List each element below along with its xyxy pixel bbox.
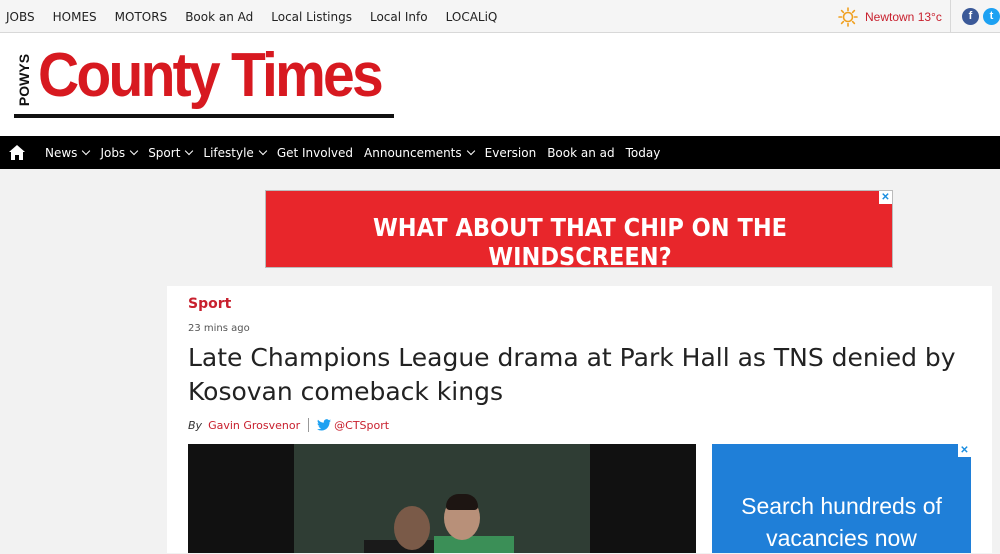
- social-links: f t: [962, 8, 1000, 25]
- nav-item-eversion[interactable]: Eversion: [485, 146, 537, 160]
- side-job-ad-text: Search hundreds of vacancies now: [741, 493, 942, 551]
- utility-link-localiq[interactable]: LOCALiQ: [446, 10, 498, 24]
- nav-item-lifestyle[interactable]: Lifestyle: [203, 145, 268, 160]
- nav-item-label: Book an ad: [547, 145, 615, 160]
- photo-figure: [394, 506, 430, 550]
- nav-item-label: News: [45, 145, 78, 160]
- ad-close-icon[interactable]: ✕: [958, 444, 971, 457]
- utility-links: JOBS HOMES MOTORS Book an Ad Local Listi…: [6, 0, 515, 33]
- banner-ad[interactable]: WHAT ABOUT THAT CHIP ON THE WINDSCREEN? …: [265, 190, 893, 271]
- chevron-down-icon: [129, 146, 139, 156]
- twitter-icon[interactable]: t: [983, 8, 1000, 25]
- facebook-icon[interactable]: f: [962, 8, 979, 25]
- site-logo[interactable]: POWYS County Times: [14, 41, 394, 120]
- logo-kicker: POWYS: [14, 50, 34, 116]
- nav-item-news[interactable]: News: [45, 145, 91, 160]
- nav-item-announcements[interactable]: Announcements: [364, 145, 475, 160]
- nav-item-label: Eversion: [484, 145, 537, 160]
- nav-item-get-involved[interactable]: Get Involved: [277, 146, 353, 160]
- top-utility-bar: JOBS HOMES MOTORS Book an Ad Local Listi…: [0, 0, 1000, 33]
- article-byline: By Gavin Grosvenor @CTSport: [188, 418, 389, 432]
- weather-widget[interactable]: Newtown 13°c: [838, 7, 942, 27]
- article-section-link[interactable]: Sport: [188, 296, 231, 312]
- logo-underline: [14, 114, 394, 118]
- article-card: Sport 23 mins ago Late Champions League …: [167, 286, 992, 553]
- logo-title: County Times: [38, 41, 384, 110]
- nav-item-jobs[interactable]: Jobs: [100, 145, 139, 160]
- utility-link-homes[interactable]: HOMES: [53, 10, 97, 24]
- side-job-ad[interactable]: ✕ Search hundreds of vacancies now: [712, 444, 971, 553]
- article-timestamp: 23 mins ago: [188, 323, 250, 334]
- nav-item-today[interactable]: Today: [626, 146, 661, 160]
- chevron-down-icon: [258, 146, 268, 156]
- home-button[interactable]: [0, 136, 34, 169]
- author-link[interactable]: Gavin Grosvenor: [208, 419, 300, 432]
- nav-item-label: Jobs: [100, 145, 126, 160]
- utility-link-local-listings[interactable]: Local Listings: [271, 10, 352, 24]
- utility-link-jobs[interactable]: JOBS: [6, 10, 35, 24]
- chevron-down-icon: [466, 146, 475, 156]
- nav-item-book-an-ad[interactable]: Book an ad: [547, 146, 614, 160]
- twitter-icon: [317, 419, 332, 431]
- chevron-down-icon: [82, 146, 91, 156]
- nav-item-label: Lifestyle: [203, 145, 254, 160]
- banner-ad-text: WHAT ABOUT THAT CHIP ON THE WINDSCREEN?: [372, 213, 788, 271]
- chevron-down-icon: [185, 146, 194, 156]
- hero-photo: [294, 444, 590, 553]
- topbar-divider: [950, 0, 951, 33]
- photo-figure: [446, 494, 478, 510]
- utility-link-motors[interactable]: MOTORS: [115, 10, 168, 24]
- sun-icon: [838, 7, 858, 27]
- photo-figure: [434, 536, 514, 553]
- nav-item-label: Today: [625, 145, 661, 160]
- nav-item-sport[interactable]: Sport: [148, 145, 194, 160]
- byline-prefix: By: [188, 418, 203, 432]
- main-navigation: News Jobs Sport Lifestyle Get Involved A…: [0, 136, 1000, 169]
- weather-text: Newtown 13°c: [865, 10, 942, 24]
- ad-close-icon[interactable]: ✕: [879, 191, 892, 204]
- utility-link-book-an-ad[interactable]: Book an Ad: [185, 10, 253, 24]
- article-hero-media[interactable]: [188, 444, 696, 553]
- article-headline: Late Champions League drama at Park Hall…: [188, 343, 956, 406]
- nav-item-label: Sport: [148, 145, 181, 160]
- byline-divider: [308, 418, 310, 432]
- masthead: POWYS County Times: [0, 33, 1000, 136]
- logo-kicker-text: POWYS: [16, 53, 32, 107]
- twitter-handle-link[interactable]: @CTSport: [334, 419, 389, 432]
- nav-item-label: Get Involved: [276, 145, 354, 160]
- home-icon: [9, 145, 25, 160]
- nav-item-label: Announcements: [364, 145, 462, 160]
- utility-link-local-info[interactable]: Local Info: [370, 10, 428, 24]
